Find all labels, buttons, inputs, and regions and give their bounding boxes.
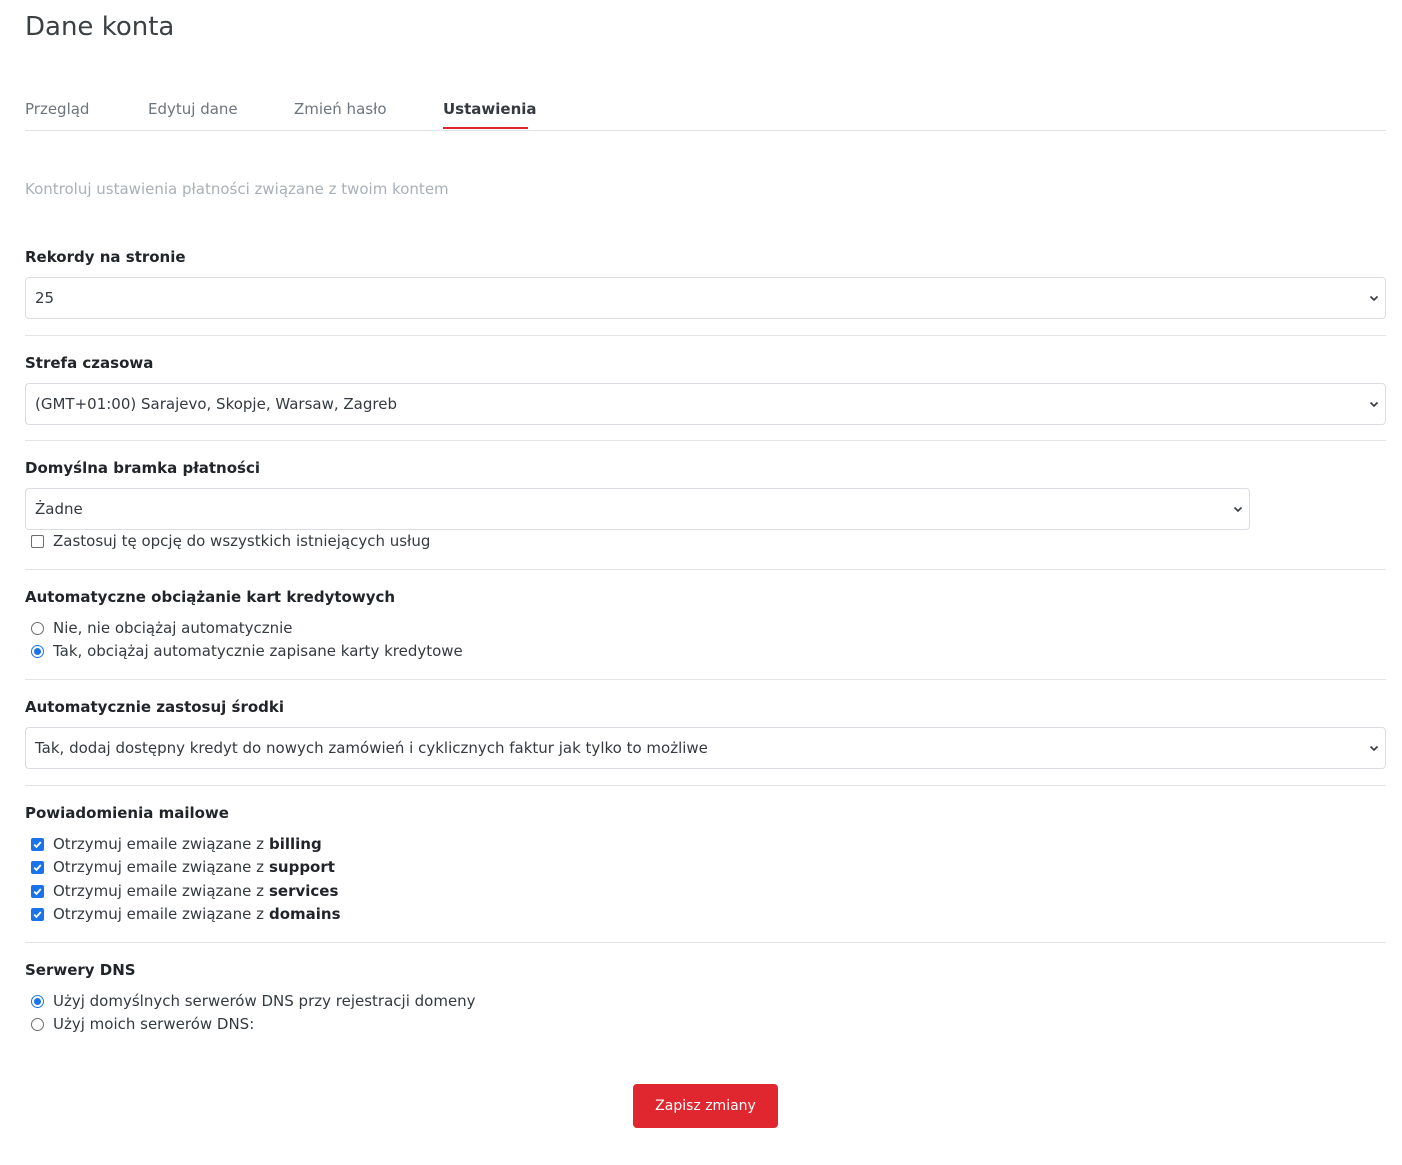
email-notification-billing: Otrzymuj emaile związane z billing xyxy=(31,834,322,854)
dns-option-default: Użyj domyślnych serwerów DNS przy rejest… xyxy=(31,991,476,1011)
email-billing-topic: billing xyxy=(268,835,322,853)
email-notification-domains: Otrzymuj emaile związane z domains xyxy=(31,904,341,924)
apply-credits-value: Tak, dodaj dostępny kredyt do nowych zam… xyxy=(35,739,708,757)
dns-default-label: Użyj domyślnych serwerów DNS przy rejest… xyxy=(53,992,476,1010)
active-tab-indicator xyxy=(443,127,528,129)
apply-to-all-services-checkbox[interactable] xyxy=(31,534,44,548)
email-notifications-label: Powiadomienia mailowe xyxy=(25,804,229,822)
autocharge-option-yes: Tak, obciążaj automatycznie zapisane kar… xyxy=(31,641,463,661)
tab-change-password[interactable]: Zmień hasło xyxy=(294,100,387,118)
email-support-checkbox[interactable] xyxy=(31,860,44,874)
autocharge-yes-label: Tak, obciążaj automatycznie zapisane kar… xyxy=(53,642,463,660)
checkmark-icon xyxy=(33,910,42,918)
email-services-topic: services xyxy=(268,882,339,900)
email-domains-checkbox[interactable] xyxy=(31,907,44,921)
payment-gateway-value: Żadne xyxy=(35,500,83,518)
autocharge-option-no: Nie, nie obciążaj automatycznie xyxy=(31,618,292,638)
email-billing-prefix: Otrzymuj emaile związane z xyxy=(53,835,264,853)
tab-overview[interactable]: Przegląd xyxy=(25,100,89,118)
dns-custom-radio[interactable] xyxy=(31,1017,44,1031)
records-per-page-label: Rekordy na stronie xyxy=(25,248,186,266)
checkmark-icon xyxy=(33,887,42,895)
timezone-value: (GMT+01:00) Sarajevo, Skopje, Warsaw, Za… xyxy=(35,395,397,413)
tab-bar: Przegląd Edytuj dane Zmień hasło Ustawie… xyxy=(25,96,1386,131)
account-settings-page: Dane konta Przegląd Edytuj dane Zmień ha… xyxy=(0,0,1402,1165)
tab-settings[interactable]: Ustawienia xyxy=(443,100,537,118)
apply-credits-select[interactable]: Tak, dodaj dostępny kredyt do nowych zam… xyxy=(25,727,1386,769)
divider xyxy=(25,785,1386,786)
records-per-page-value: 25 xyxy=(35,289,55,307)
records-per-page-select[interactable]: 25 xyxy=(25,277,1386,319)
dns-custom-label: Użyj moich serwerów DNS: xyxy=(53,1015,255,1033)
apply-to-all-services-option: Zastosuj tę opcję do wszystkich istnieją… xyxy=(31,531,430,551)
email-domains-prefix: Otrzymuj emaile związane z xyxy=(53,905,264,923)
email-notification-support: Otrzymuj emaile związane z support xyxy=(31,857,335,877)
autocharge-label: Automatyczne obciążanie kart kredytowych xyxy=(25,588,396,606)
divider xyxy=(25,679,1386,680)
timezone-label: Strefa czasowa xyxy=(25,354,154,372)
checkmark-icon xyxy=(33,840,42,848)
settings-description: Kontroluj ustawienia płatności związane … xyxy=(25,180,449,198)
chevron-down-icon xyxy=(1233,506,1243,513)
tab-edit-details[interactable]: Edytuj dane xyxy=(148,100,238,118)
save-changes-button[interactable]: Zapisz zmiany xyxy=(633,1084,778,1128)
chevron-down-icon xyxy=(1369,295,1379,302)
chevron-down-icon xyxy=(1369,745,1379,752)
email-support-prefix: Otrzymuj emaile związane z xyxy=(53,858,264,876)
divider xyxy=(25,335,1386,336)
autocharge-no-radio[interactable] xyxy=(31,621,44,635)
apply-to-all-services-label: Zastosuj tę opcję do wszystkich istnieją… xyxy=(53,532,431,550)
divider xyxy=(25,569,1386,570)
apply-credits-label: Automatycznie zastosuj środki xyxy=(25,698,285,716)
autocharge-yes-radio[interactable] xyxy=(31,644,44,658)
payment-gateway-select[interactable]: Żadne xyxy=(25,488,1250,530)
divider xyxy=(25,942,1386,943)
dns-default-radio[interactable] xyxy=(31,994,44,1008)
payment-gateway-label: Domyślna bramka płatności xyxy=(25,459,261,477)
timezone-select[interactable]: (GMT+01:00) Sarajevo, Skopje, Warsaw, Za… xyxy=(25,383,1386,425)
checkmark-icon xyxy=(33,863,42,871)
divider xyxy=(25,440,1386,441)
email-support-topic: support xyxy=(268,858,335,876)
dns-servers-label: Serwery DNS xyxy=(25,961,136,979)
email-domains-topic: domains xyxy=(268,905,341,923)
chevron-down-icon xyxy=(1369,401,1379,408)
email-notification-services: Otrzymuj emaile związane z services xyxy=(31,881,338,901)
email-billing-checkbox[interactable] xyxy=(31,837,44,851)
autocharge-no-label: Nie, nie obciążaj automatycznie xyxy=(53,619,293,637)
email-services-prefix: Otrzymuj emaile związane z xyxy=(53,882,264,900)
email-services-checkbox[interactable] xyxy=(31,884,44,898)
dns-option-custom: Użyj moich serwerów DNS: xyxy=(31,1014,254,1034)
page-title: Dane konta xyxy=(25,12,175,42)
